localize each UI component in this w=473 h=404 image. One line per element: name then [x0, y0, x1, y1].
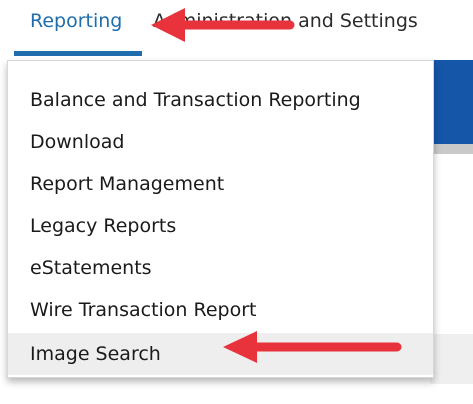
menu-item-estatements[interactable]: eStatements [8, 247, 433, 289]
tab-administration-and-settings[interactable]: Administration and Settings [153, 7, 418, 35]
menu-item-report-management[interactable]: Report Management [8, 163, 433, 205]
screenshot-stage: Reporting Administration and Settings Ba… [0, 0, 473, 404]
tab-reporting[interactable]: Reporting [30, 7, 122, 35]
active-tab-indicator [14, 51, 142, 56]
menu-item-download[interactable]: Download [8, 121, 433, 163]
menu-item-balance-and-transaction-reporting[interactable]: Balance and Transaction Reporting [8, 79, 433, 121]
background-panel [430, 334, 473, 384]
menu-item-legacy-reports[interactable]: Legacy Reports [8, 205, 433, 247]
menu-item-wire-transaction-report[interactable]: Wire Transaction Report [8, 289, 433, 331]
reporting-dropdown-menu: Balance and Transaction Reporting Downlo… [7, 60, 434, 378]
top-navigation: Reporting Administration and Settings [0, 0, 473, 56]
menu-item-image-search[interactable]: Image Search [8, 333, 433, 375]
